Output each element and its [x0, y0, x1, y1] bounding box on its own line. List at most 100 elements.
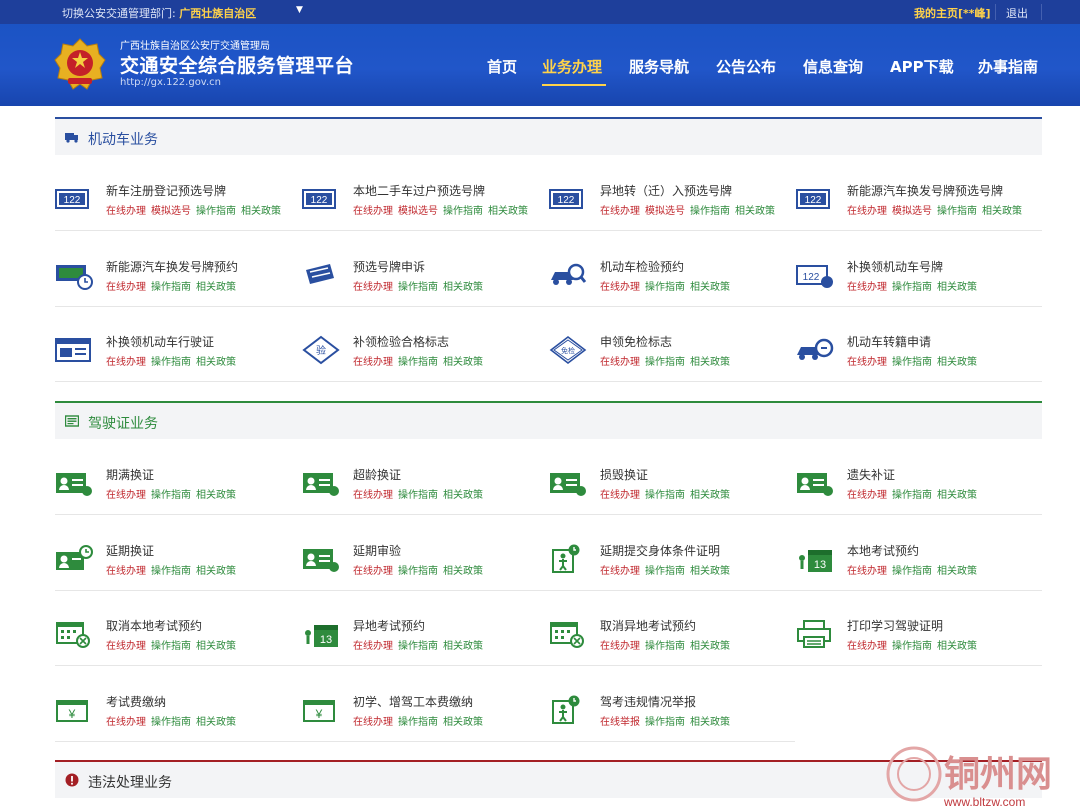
- service-name[interactable]: 补换领机动车号牌: [847, 258, 943, 275]
- service-link[interactable]: 在线办理: [353, 490, 393, 501]
- service-link[interactable]: 在线办理: [600, 206, 640, 217]
- service-link[interactable]: 相关政策: [196, 641, 236, 652]
- service-link[interactable]: 在线办理: [600, 641, 640, 652]
- service-name[interactable]: 驾考违规情况举报: [600, 693, 696, 710]
- service-link[interactable]: 操作指南: [151, 717, 191, 728]
- service-name[interactable]: 初学、增驾工本费缴纳: [353, 693, 473, 710]
- car-transfer-icon[interactable]: [796, 335, 834, 365]
- service-link[interactable]: 操作指南: [151, 641, 191, 652]
- service-name[interactable]: 本地考试预约: [847, 542, 919, 559]
- service-link[interactable]: 在线办理: [847, 566, 887, 577]
- service-link[interactable]: 在线办理: [353, 641, 393, 652]
- service-link[interactable]: 在线办理: [847, 282, 887, 293]
- service-name[interactable]: 打印学习驾驶证明: [847, 617, 943, 634]
- service-name[interactable]: 机动车转籍申请: [847, 333, 931, 350]
- person-clock-icon[interactable]: [549, 695, 587, 725]
- service-link[interactable]: 操作指南: [645, 357, 685, 368]
- service-link[interactable]: 在线办理: [106, 717, 146, 728]
- id-card-clock-icon[interactable]: [55, 544, 93, 574]
- service-link[interactable]: 操作指南: [645, 566, 685, 577]
- calendar-cancel-icon[interactable]: [549, 619, 587, 649]
- service-name[interactable]: 异地转（迁）入预选号牌: [600, 182, 732, 199]
- service-link[interactable]: 操作指南: [151, 566, 191, 577]
- printer-icon[interactable]: [796, 619, 834, 649]
- service-link[interactable]: 在线办理: [106, 282, 146, 293]
- service-link[interactable]: 在线办理: [600, 282, 640, 293]
- service-name[interactable]: 考试费缴纳: [106, 693, 166, 710]
- service-link[interactable]: 操作指南: [398, 566, 438, 577]
- person-clock-icon[interactable]: [549, 544, 587, 574]
- service-link[interactable]: 操作指南: [892, 566, 932, 577]
- service-name[interactable]: 取消本地考试预约: [106, 617, 202, 634]
- id-card-icon[interactable]: [549, 468, 587, 498]
- service-link[interactable]: 相关政策: [982, 206, 1022, 217]
- service-link[interactable]: 相关政策: [937, 641, 977, 652]
- service-link[interactable]: 在线办理: [353, 357, 393, 368]
- service-link[interactable]: 操作指南: [398, 641, 438, 652]
- service-link[interactable]: 相关政策: [196, 566, 236, 577]
- service-link[interactable]: 相关政策: [488, 206, 528, 217]
- service-link[interactable]: 在线办理: [847, 490, 887, 501]
- service-link[interactable]: 操作指南: [398, 717, 438, 728]
- service-link[interactable]: 在线办理: [353, 566, 393, 577]
- service-link[interactable]: 相关政策: [196, 357, 236, 368]
- service-link[interactable]: 相关政策: [196, 490, 236, 501]
- service-name[interactable]: 本地二手车过户预选号牌: [353, 182, 485, 199]
- service-name[interactable]: 取消异地考试预约: [600, 617, 696, 634]
- service-link[interactable]: 相关政策: [690, 357, 730, 368]
- service-link[interactable]: 相关政策: [937, 357, 977, 368]
- department-switch[interactable]: 切换公安交通管理部门: 广西壮族自治区: [62, 5, 256, 21]
- id-card-icon[interactable]: [55, 468, 93, 498]
- service-name[interactable]: 损毁换证: [600, 466, 648, 483]
- service-name[interactable]: 期满换证: [106, 466, 154, 483]
- plate-appeal-icon[interactable]: [302, 260, 340, 290]
- service-link[interactable]: 操作指南: [196, 206, 236, 217]
- nav-home[interactable]: 首页: [487, 56, 517, 77]
- service-link[interactable]: 相关政策: [443, 566, 483, 577]
- service-link[interactable]: 在线办理: [847, 206, 887, 217]
- exempt-sign-icon[interactable]: 免检: [549, 335, 587, 365]
- service-link[interactable]: 在线办理: [353, 206, 393, 217]
- service-link[interactable]: 在线办理: [106, 641, 146, 652]
- service-link[interactable]: 操作指南: [892, 490, 932, 501]
- service-link[interactable]: 操作指南: [151, 282, 191, 293]
- service-link[interactable]: 在线办理: [600, 566, 640, 577]
- service-link[interactable]: 在线办理: [106, 206, 146, 217]
- service-link[interactable]: 在线办理: [353, 282, 393, 293]
- yen-payment-icon[interactable]: ¥: [55, 695, 93, 725]
- nav-announcements[interactable]: 公告公布: [716, 56, 776, 77]
- service-name[interactable]: 新能源汽车换发号牌预约: [106, 258, 238, 275]
- service-link[interactable]: 相关政策: [937, 490, 977, 501]
- service-name[interactable]: 申领免检标志: [600, 333, 672, 350]
- service-link[interactable]: 操作指南: [151, 357, 191, 368]
- service-link[interactable]: 操作指南: [690, 206, 730, 217]
- service-name[interactable]: 补换领机动车行驶证: [106, 333, 214, 350]
- service-name[interactable]: 补领检验合格标志: [353, 333, 449, 350]
- service-link[interactable]: 相关政策: [241, 206, 281, 217]
- plate-122-icon[interactable]: 122: [796, 184, 834, 214]
- service-link[interactable]: 操作指南: [398, 282, 438, 293]
- region-name[interactable]: 广西壮族自治区: [179, 7, 256, 20]
- service-link[interactable]: 操作指南: [645, 641, 685, 652]
- service-link[interactable]: 相关政策: [735, 206, 775, 217]
- service-link[interactable]: 在线办理: [847, 641, 887, 652]
- logout-link[interactable]: 退出: [1006, 5, 1028, 21]
- yen-payment-icon[interactable]: ¥: [302, 695, 340, 725]
- service-name[interactable]: 预选号牌申诉: [353, 258, 425, 275]
- service-link[interactable]: 相关政策: [196, 717, 236, 728]
- id-card-icon[interactable]: [302, 468, 340, 498]
- service-link[interactable]: 在线办理: [600, 490, 640, 501]
- service-link[interactable]: 相关政策: [690, 717, 730, 728]
- service-link[interactable]: 相关政策: [690, 566, 730, 577]
- service-link[interactable]: 模拟选号: [151, 206, 191, 217]
- service-name[interactable]: 新能源汽车换发号牌预选号牌: [847, 182, 1003, 199]
- calendar-13-icon[interactable]: 13: [302, 619, 340, 649]
- service-link[interactable]: 在线办理: [106, 490, 146, 501]
- service-name[interactable]: 机动车检验预约: [600, 258, 684, 275]
- plate-122-icon[interactable]: 122: [55, 184, 93, 214]
- service-name[interactable]: 超龄换证: [353, 466, 401, 483]
- nav-app-download[interactable]: APP下载: [890, 56, 954, 77]
- service-link[interactable]: 操作指南: [398, 357, 438, 368]
- service-name[interactable]: 新车注册登记预选号牌: [106, 182, 226, 199]
- service-name[interactable]: 延期提交身体条件证明: [600, 542, 720, 559]
